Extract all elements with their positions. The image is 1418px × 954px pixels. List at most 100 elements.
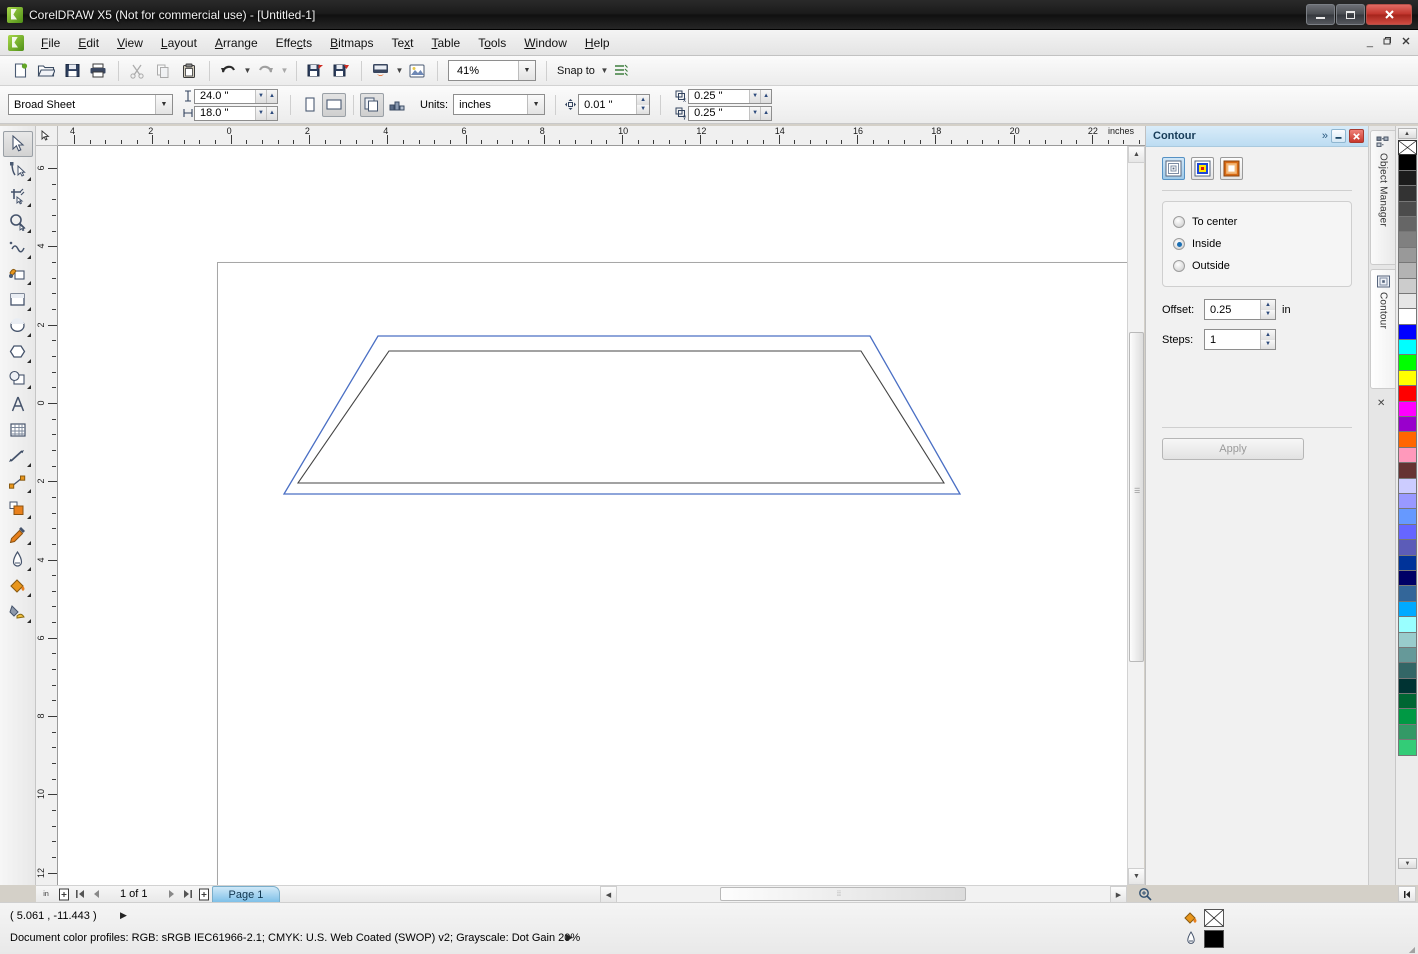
shape-tool[interactable]	[3, 157, 33, 183]
palette-swatch[interactable]	[1397, 493, 1417, 510]
radio-inside[interactable]: Inside	[1173, 233, 1341, 255]
palette-swatch[interactable]	[1397, 586, 1417, 602]
duplicate-y-down-button[interactable]: ▼	[749, 106, 761, 120]
open-document-button[interactable]	[34, 59, 58, 83]
palette-swatch[interactable]	[1397, 386, 1417, 402]
ellipse-tool-flyout-arrow-icon[interactable]	[26, 333, 31, 337]
duplicate-y-input[interactable]: 0.25 " ▼ ▲	[688, 105, 773, 121]
copy-button[interactable]	[151, 59, 175, 83]
steps-input[interactable]: 1 ▲ ▼	[1204, 329, 1276, 350]
horizontal-ruler[interactable]: 4 2 0 2 4 6 8 10 12 14 16 18 20 22 inches	[58, 126, 1145, 146]
page-height-up-button[interactable]: ▲	[266, 106, 277, 120]
palette-swatch[interactable]	[1397, 663, 1417, 679]
scroll-right-button[interactable]: ▶	[1110, 886, 1127, 903]
coordinates-expand-arrow-icon[interactable]: ▶	[120, 910, 127, 921]
scroll-to-start-button[interactable]	[1398, 886, 1416, 902]
palette-swatch[interactable]	[1397, 140, 1417, 156]
fill-tool[interactable]	[3, 573, 33, 599]
window-resize-grip[interactable]: ◢	[1409, 946, 1415, 954]
undo-dropdown-arrow-icon[interactable]: ▼	[242, 59, 253, 83]
ellipse-tool[interactable]	[3, 313, 33, 339]
palette-swatch[interactable]	[1397, 724, 1417, 741]
page-height-input[interactable]: 18.0 " ▼ ▲	[194, 105, 278, 121]
palette-swatch[interactable]	[1397, 740, 1417, 756]
palette-swatch[interactable]	[1397, 678, 1417, 695]
pick-tool[interactable]	[2, 131, 33, 157]
offset-up-button[interactable]: ▲	[1260, 300, 1275, 310]
interactive-fill-tool-flyout-arrow-icon[interactable]	[26, 619, 31, 623]
palette-swatch[interactable]	[1397, 201, 1417, 217]
palette-swatch[interactable]	[1397, 232, 1417, 248]
apply-button[interactable]: Apply	[1162, 438, 1304, 460]
drawing-canvas[interactable]	[58, 146, 1127, 885]
connector-tool[interactable]	[3, 469, 33, 495]
menu-file[interactable]: File	[32, 33, 69, 53]
dimension-tool[interactable]	[3, 443, 33, 469]
palette-swatch[interactable]	[1397, 478, 1417, 494]
contour-outside-button[interactable]	[1220, 157, 1243, 180]
nudge-down-button[interactable]: ▼	[636, 104, 650, 114]
units-dropdown-arrow-icon[interactable]: ▼	[527, 95, 545, 114]
palette-swatch[interactable]	[1397, 432, 1417, 448]
corel-online-button[interactable]	[405, 59, 429, 83]
palette-swatch[interactable]	[1397, 309, 1417, 325]
palette-swatch[interactable]	[1397, 263, 1417, 279]
outline-tool-flyout-arrow-icon[interactable]	[26, 567, 31, 571]
page-height-down-button[interactable]: ▼	[255, 106, 266, 120]
interactive-fill-tool[interactable]	[3, 599, 33, 625]
page-width-down-button[interactable]: ▼	[255, 89, 266, 103]
duplicate-x-up-button[interactable]: ▲	[760, 89, 772, 103]
import-button[interactable]	[303, 59, 327, 83]
outline-pen-tool[interactable]	[3, 547, 33, 573]
profiles-expand-arrow-icon[interactable]: ▶	[566, 932, 573, 943]
palette-swatch[interactable]	[1397, 509, 1417, 525]
mdi-close-button[interactable]	[1401, 36, 1411, 49]
previous-page-button[interactable]	[88, 887, 104, 902]
basic-shapes-tool-flyout-arrow-icon[interactable]	[26, 385, 31, 389]
export-button[interactable]	[329, 59, 353, 83]
palette-swatch[interactable]	[1397, 155, 1417, 171]
palette-swatch[interactable]	[1397, 447, 1417, 464]
menu-arrange[interactable]: Arrange	[206, 33, 267, 53]
mdi-minimize-button[interactable]: _	[1367, 36, 1373, 49]
docker-tab-object-manager[interactable]: Object Manager	[1370, 130, 1396, 265]
menu-edit[interactable]: Edit	[69, 33, 108, 53]
palette-swatch[interactable]	[1397, 632, 1417, 648]
steps-down-button[interactable]: ▼	[1260, 339, 1275, 349]
paste-button[interactable]	[177, 59, 201, 83]
inside-radio[interactable]	[1173, 238, 1185, 250]
palette-swatch[interactable]	[1397, 324, 1417, 341]
next-page-button[interactable]	[164, 887, 180, 902]
current-page-button[interactable]	[385, 93, 409, 117]
palette-swatch[interactable]	[1397, 370, 1417, 387]
zoom-dropdown-arrow-icon[interactable]: ▼	[518, 61, 535, 80]
table-tool[interactable]	[3, 417, 33, 443]
palette-swatch[interactable]	[1397, 355, 1417, 371]
application-launcher-button[interactable]	[368, 59, 392, 83]
palette-swatch[interactable]	[1397, 617, 1417, 633]
paper-type-dropdown-arrow-icon[interactable]: ▼	[155, 95, 172, 114]
zoom-level-combo[interactable]: 41% ▼	[448, 60, 536, 81]
menu-bitmaps[interactable]: Bitmaps	[321, 33, 382, 53]
outside-radio[interactable]	[1173, 260, 1185, 272]
print-document-button[interactable]	[86, 59, 110, 83]
zoom-tool[interactable]	[3, 209, 33, 235]
palette-swatch[interactable]	[1397, 570, 1417, 587]
eyedropper-tool-flyout-arrow-icon[interactable]	[26, 541, 31, 545]
duplicate-y-up-button[interactable]: ▲	[760, 106, 772, 120]
canvas-vertical-scrollbar[interactable]: ▲ ☰ ▼	[1127, 146, 1145, 885]
fill-color-swatch[interactable]	[1204, 909, 1224, 927]
paper-type-combo[interactable]: Broad Sheet ▼	[8, 94, 173, 115]
text-tool[interactable]	[3, 391, 33, 417]
palette-swatch[interactable]	[1397, 278, 1417, 294]
ruler-origin-button[interactable]	[36, 126, 58, 146]
vertical-ruler[interactable]: 6 4 2 0 2 4 6 8 10 12	[36, 146, 58, 885]
duplicate-x-down-button[interactable]: ▼	[749, 89, 761, 103]
connector-tool-flyout-arrow-icon[interactable]	[26, 489, 31, 493]
orientation-portrait-button[interactable]	[297, 93, 321, 117]
nudge-offset-input[interactable]: 0.01 " ▲ ▼	[578, 94, 651, 115]
units-combo[interactable]: inches ▼	[453, 94, 546, 115]
menu-layout[interactable]: Layout	[152, 33, 206, 53]
mdi-restore-button[interactable]	[1382, 36, 1392, 49]
color-eyedropper-tool[interactable]	[3, 521, 33, 547]
